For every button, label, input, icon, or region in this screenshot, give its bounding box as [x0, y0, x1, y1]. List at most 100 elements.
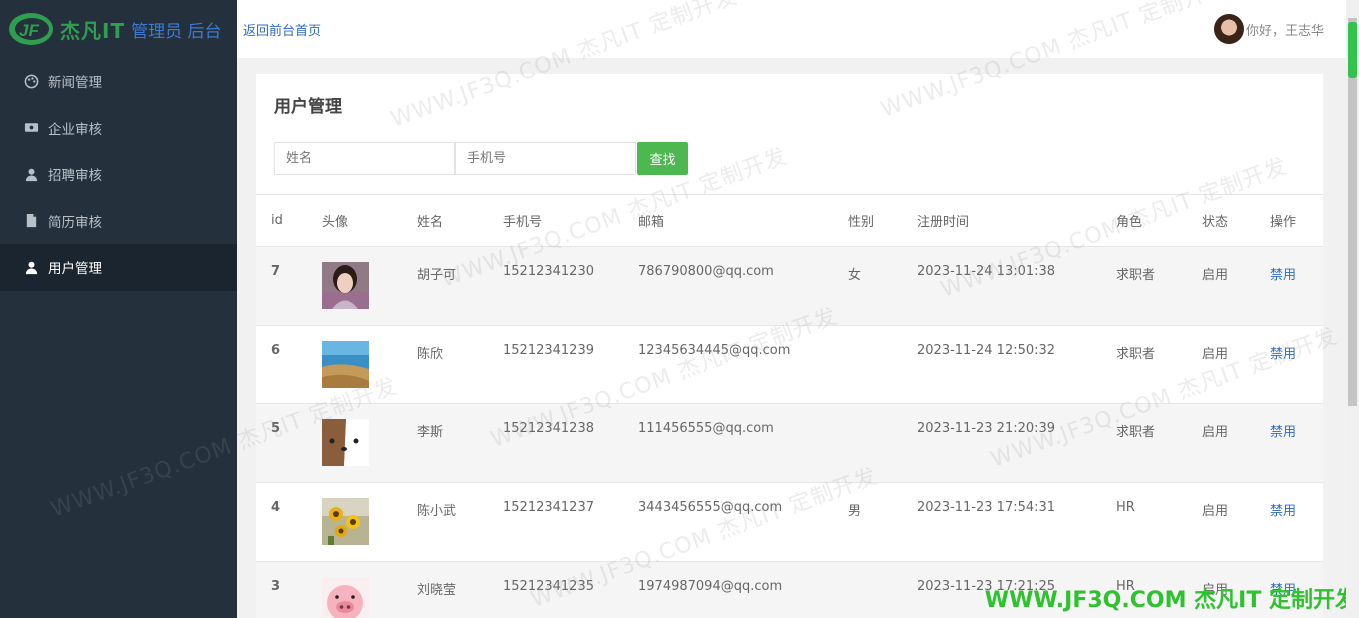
cell-gender: 女 [833, 246, 902, 326]
cell-name: 胡子可 [402, 246, 488, 326]
sidebar-item-label: 企业审核 [48, 121, 102, 138]
sidebar-item-news[interactable]: 新闻管理 [0, 58, 237, 105]
col-header-registered[interactable]: 注册时间 [902, 194, 1101, 247]
palette-icon [22, 73, 40, 89]
col-header-role[interactable]: 角色 [1101, 194, 1187, 247]
page-title: 用户管理 [274, 97, 342, 117]
cell-avatar [307, 325, 402, 405]
cell-role: 求职者 [1101, 325, 1187, 405]
cell-registered: 2023-11-23 17:54:31 [902, 482, 1101, 562]
user-menu[interactable]: 你好，王志华 [1213, 14, 1324, 44]
cell-gender: 男 [833, 482, 902, 562]
cell-id: 6 [256, 325, 307, 405]
user-avatar-image [322, 419, 369, 467]
user-icon [22, 166, 40, 182]
table-row: 6 陈欣 15212341239 12345634445@qq.com 2023… [256, 325, 1323, 405]
page-scrollbar[interactable] [1346, 0, 1359, 618]
cell-avatar [307, 561, 402, 618]
sidebar-item-job-review[interactable]: 招聘审核 [0, 151, 237, 198]
cell-email: 1974987094@qq.com [623, 561, 833, 618]
disable-user-link[interactable]: 禁用 [1270, 425, 1296, 440]
col-header-phone[interactable]: 手机号 [488, 194, 623, 247]
scrollbar-indicator [1348, 22, 1357, 78]
disable-user-link[interactable]: 禁用 [1270, 504, 1296, 519]
cell-registered: 2023-11-24 13:01:38 [902, 246, 1101, 326]
sidebar-item-resume-review[interactable]: 简历审核 [0, 198, 237, 245]
cell-role: 求职者 [1101, 246, 1187, 326]
cell-email: 12345634445@qq.com [623, 325, 833, 405]
users-table: id 头像 姓名 手机号 邮箱 性别 注册时间 角色 状态 操作 7 胡子可 1… [256, 194, 1323, 618]
cell-avatar [307, 403, 402, 484]
col-header-avatar[interactable]: 头像 [307, 194, 402, 247]
cell-status: 启用 [1187, 403, 1255, 484]
cell-email: 786790800@qq.com [623, 246, 833, 326]
search-form: 查找 [274, 142, 688, 175]
cell-action: 禁用 [1255, 403, 1323, 484]
cell-avatar [307, 482, 402, 562]
cell-name: 陈欣 [402, 325, 488, 405]
cell-phone: 15212341230 [488, 246, 623, 326]
brand-logo-icon: JF [8, 11, 54, 47]
cell-phone: 15212341237 [488, 482, 623, 562]
cell-name: 陈小武 [402, 482, 488, 562]
cell-phone: 15212341238 [488, 403, 623, 484]
sidebar-nav: 新闻管理 企业审核 招聘审核 简历审核 用户管理 [0, 58, 237, 291]
sidebar: JF 杰凡IT 管理员 后台 新闻管理 企业审核 招聘审核 简历审核 用户管理 [0, 0, 237, 618]
table-row: 7 胡子可 15212341230 786790800@qq.com 女 202… [256, 246, 1323, 326]
cell-avatar [307, 246, 402, 326]
cell-gender [833, 403, 902, 484]
brand-subtitle: 管理员 后台 [131, 21, 222, 42]
cell-status: 启用 [1187, 482, 1255, 562]
avatar[interactable] [1213, 14, 1244, 44]
topbar: 返回前台首页 你好，王志华 [237, 0, 1346, 58]
col-header-id[interactable]: id [256, 194, 307, 247]
sidebar-item-company-review[interactable]: 企业审核 [0, 105, 237, 152]
user-icon [22, 259, 40, 275]
table-header-row: id 头像 姓名 手机号 邮箱 性别 注册时间 角色 状态 操作 [256, 194, 1323, 247]
cell-role: HR [1101, 482, 1187, 562]
col-header-status[interactable]: 状态 [1187, 194, 1255, 247]
user-avatar-image [322, 498, 369, 546]
cell-gender [833, 561, 902, 618]
cell-registered: 2023-11-24 12:50:32 [902, 325, 1101, 405]
sidebar-item-label: 招聘审核 [48, 168, 102, 185]
cell-role: 求职者 [1101, 403, 1187, 484]
brand[interactable]: JF 杰凡IT 管理员 后台 [0, 0, 237, 58]
cell-id: 4 [256, 482, 307, 562]
cell-status: 启用 [1187, 246, 1255, 326]
user-management-panel: 用户管理 查找 id 头像 姓名 手机号 邮箱 性别 注册时间 角色 状态 操作… [256, 74, 1323, 618]
phone-search-input[interactable] [455, 142, 636, 175]
table-row: 4 陈小武 15212341237 3443456555@qq.com 男 20… [256, 482, 1323, 562]
name-search-input[interactable] [274, 142, 455, 175]
col-header-name[interactable]: 姓名 [402, 194, 488, 247]
file-icon [22, 213, 40, 229]
col-header-gender[interactable]: 性别 [833, 194, 902, 247]
cell-phone: 15212341235 [488, 561, 623, 618]
ticket-icon [22, 120, 40, 136]
user-avatar-image [322, 576, 369, 618]
brand-name: 杰凡IT [60, 18, 126, 43]
cell-action: 禁用 [1255, 246, 1323, 326]
disable-user-link[interactable]: 禁用 [1270, 268, 1296, 283]
sidebar-item-label: 用户管理 [48, 261, 102, 278]
cell-name: 李斯 [402, 403, 488, 484]
col-header-action[interactable]: 操作 [1255, 194, 1323, 247]
cell-id: 7 [256, 246, 307, 326]
cell-action: 禁用 [1255, 482, 1323, 562]
user-avatar-image [322, 262, 369, 309]
back-to-home-link[interactable]: 返回前台首页 [243, 20, 321, 39]
watermark-banner: WWW.JF3Q.COM 杰凡IT 定制开发 [984, 588, 1357, 613]
cell-gender [833, 325, 902, 405]
sidebar-item-users[interactable]: 用户管理 [0, 244, 237, 291]
cell-action: 禁用 [1255, 325, 1323, 405]
disable-user-link[interactable]: 禁用 [1270, 347, 1296, 362]
search-button[interactable]: 查找 [637, 142, 688, 175]
cell-email: 111456555@qq.com [623, 403, 833, 484]
cell-name: 刘晓莹 [402, 561, 488, 618]
cell-id: 3 [256, 561, 307, 618]
svg-text:JF: JF [19, 21, 39, 40]
col-header-email[interactable]: 邮箱 [623, 194, 833, 247]
user-avatar-image [322, 340, 369, 388]
cell-id: 5 [256, 403, 307, 484]
table-row: 5 李斯 15212341238 111456555@qq.com 2023-1… [256, 403, 1323, 484]
